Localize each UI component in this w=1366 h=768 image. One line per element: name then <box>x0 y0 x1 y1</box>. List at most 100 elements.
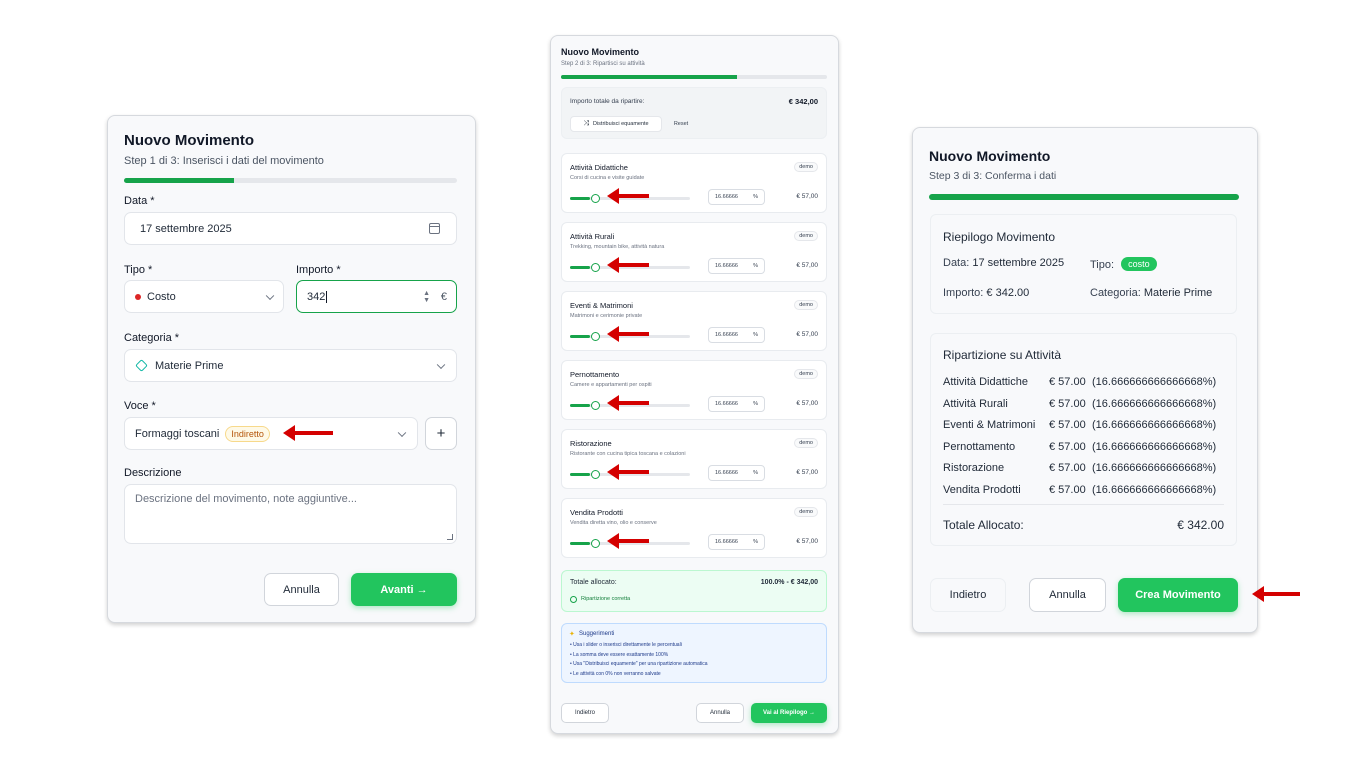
cancel-button[interactable]: Annulla <box>264 573 339 606</box>
activity-description: Camere e appartamenti per ospiti <box>570 382 652 388</box>
add-item-button[interactable]: + <box>425 417 457 450</box>
activity-name: Eventi & Matrimoni <box>570 301 633 310</box>
category-select[interactable]: Materie Prime <box>124 349 457 382</box>
date-input[interactable]: 17 settembre 2025 <box>124 212 457 245</box>
step2-dialog: Nuovo Movimento Step 2 di 3: Ripartisci … <box>550 35 839 734</box>
total-value: € 342,00 <box>788 97 818 106</box>
percentage-input[interactable]: 16.66666% <box>708 396 765 412</box>
slider-fill <box>570 542 590 545</box>
type-value: Costo <box>147 290 176 303</box>
amount-input[interactable]: 342 ▲ ▼ € <box>296 280 457 313</box>
back-button[interactable]: Indietro <box>561 703 609 723</box>
activity-amount: € 57,00 <box>796 400 818 407</box>
percentage-value: 16.66666 <box>715 263 738 269</box>
activity-description: Ristorante con cucina tipica toscana e c… <box>570 451 686 457</box>
split-activity-name: Eventi & Matrimoni <box>943 419 1036 432</box>
percent-symbol: % <box>753 470 758 476</box>
calendar-icon[interactable] <box>429 223 440 234</box>
slider-handle[interactable] <box>591 401 600 410</box>
demo-badge: demo <box>794 300 818 310</box>
cancel-button[interactable]: Annulla <box>1029 578 1106 612</box>
item-tag-badge: Indiretto <box>225 425 270 442</box>
category-value: Materie Prime <box>1143 287 1213 299</box>
split-percentage: (16.666666666666668%) <box>1092 397 1217 410</box>
plus-icon: + <box>436 425 446 442</box>
percentage-value: 16.66666 <box>715 539 738 545</box>
activity-name: Ristorazione <box>570 439 612 448</box>
activity-amount: € 57,00 <box>796 538 818 545</box>
tip-item: • Le attività con 0% non verranno salvat… <box>570 670 661 677</box>
split-row: Pernottamento € 57.00 (16.666666666666668%… <box>943 441 1216 453</box>
activity-card: Ristorazione Ristorante con cucina tipica… <box>561 429 827 489</box>
percentage-input[interactable]: 16.66666% <box>708 327 765 343</box>
split-row: Vendita Prodotti € 57.00 (16.6666666666666… <box>943 484 1216 496</box>
percentage-input[interactable]: 16.66666% <box>708 465 765 481</box>
step2-progress-fill <box>561 75 737 79</box>
slider-handle[interactable] <box>591 263 600 272</box>
activity-amount: € 57,00 <box>796 193 818 200</box>
slider-fill <box>570 404 590 407</box>
percentage-input[interactable]: 16.66666% <box>708 258 765 274</box>
slider-handle[interactable] <box>591 332 600 341</box>
activity-amount: € 57,00 <box>796 262 818 269</box>
slider-handle[interactable] <box>591 194 600 203</box>
slider-fill <box>570 266 590 269</box>
activity-name: Vendita Prodotti <box>570 508 623 517</box>
split-amount: € 57.00 <box>1049 376 1086 388</box>
type-select[interactable]: Costo <box>124 280 284 313</box>
activity-card: Vendita Prodotti Vendita diretta vino, ol… <box>561 498 827 558</box>
resize-handle-icon[interactable] <box>447 534 453 540</box>
step1-title: Nuovo Movimento <box>124 132 254 149</box>
description-label: Descrizione <box>124 467 182 479</box>
reset-button[interactable]: Reset <box>666 116 696 132</box>
spin-arrows-icon[interactable]: ▲ ▼ <box>423 290 430 304</box>
annotation-arrow <box>1252 586 1300 602</box>
slider-handle[interactable] <box>591 539 600 548</box>
split-row: Attività Didattiche € 57.00 (16.6666666666… <box>943 376 1216 388</box>
step2-progress-bar <box>561 75 827 79</box>
distribute-label: Distribuisci equamente <box>592 121 649 127</box>
item-label: Voce * <box>124 400 156 412</box>
create-movement-button[interactable]: Crea Movimento <box>1118 578 1238 612</box>
tip-item: • Usa i slider o inserisci direttamente … <box>570 642 682 648</box>
step2-subtitle: Step 2 di 3: Ripartisci su attività <box>561 61 645 67</box>
check-circle-icon <box>570 596 577 603</box>
split-activity-name: Ristorazione <box>943 462 1005 475</box>
red-dot-icon <box>135 293 141 300</box>
activity-name: Pernottamento <box>570 370 620 379</box>
percentage-input[interactable]: 16.66666% <box>708 189 765 205</box>
slider-handle[interactable] <box>591 470 600 479</box>
text-cursor <box>326 290 328 303</box>
tip-item: • La somma deve essere esattamente 100% <box>570 651 669 658</box>
allocated-status: Ripartizione corretta <box>581 596 631 602</box>
percentage-value: 16.66666 <box>715 194 738 200</box>
item-select[interactable]: Formaggi toscani Indiretto <box>124 417 418 450</box>
description-textarea[interactable]: Descrizione del movimento, note aggiunti… <box>124 484 457 544</box>
step3-dialog: Nuovo Movimento Step 3 di 3: Conferma i … <box>912 127 1258 633</box>
category-key: Categoria: <box>1090 287 1141 299</box>
step1-progress-fill <box>124 178 234 183</box>
step2-title: Nuovo Movimento <box>561 47 639 57</box>
annotation-arrow <box>607 464 649 480</box>
demo-badge: demo <box>794 231 818 241</box>
demo-badge: demo <box>794 369 818 379</box>
split-row: Attività Rurali € 57.00 (16.66666666666666… <box>943 398 1216 410</box>
split-percentage: (16.666666666666668%) <box>1092 440 1217 453</box>
tips-box: ✦ Suggerimenti • Usa i slider o inserisc… <box>561 623 827 683</box>
tip-item: • Usa "Distribuisci equamente" per una r… <box>570 661 708 667</box>
next-button[interactable]: Avanti → <box>351 573 457 606</box>
split-box: Ripartizione su Attività Attività Didatt… <box>930 333 1237 546</box>
split-amount: € 57.00 <box>1049 440 1086 453</box>
annotation-arrow <box>283 425 333 441</box>
split-title: Ripartizione su Attività <box>943 348 1062 362</box>
back-button[interactable]: Indietro <box>930 578 1006 612</box>
split-amount: € 57.00 <box>1049 397 1086 410</box>
split-percentage: (16.666666666666668%) <box>1092 484 1217 496</box>
activity-card: Pernottamento Camere e appartamenti per o… <box>561 360 827 420</box>
date-value: 17 settembre 2025 <box>972 257 1065 269</box>
go-to-summary-button[interactable]: Vai al Riepilogo → <box>751 703 827 723</box>
percentage-input[interactable]: 16.66666% <box>708 534 765 550</box>
cancel-button[interactable]: Annulla <box>696 703 744 723</box>
slider-fill <box>570 473 590 476</box>
distribute-equally-button[interactable]: ⤨ Distribuisci equamente <box>570 116 662 132</box>
